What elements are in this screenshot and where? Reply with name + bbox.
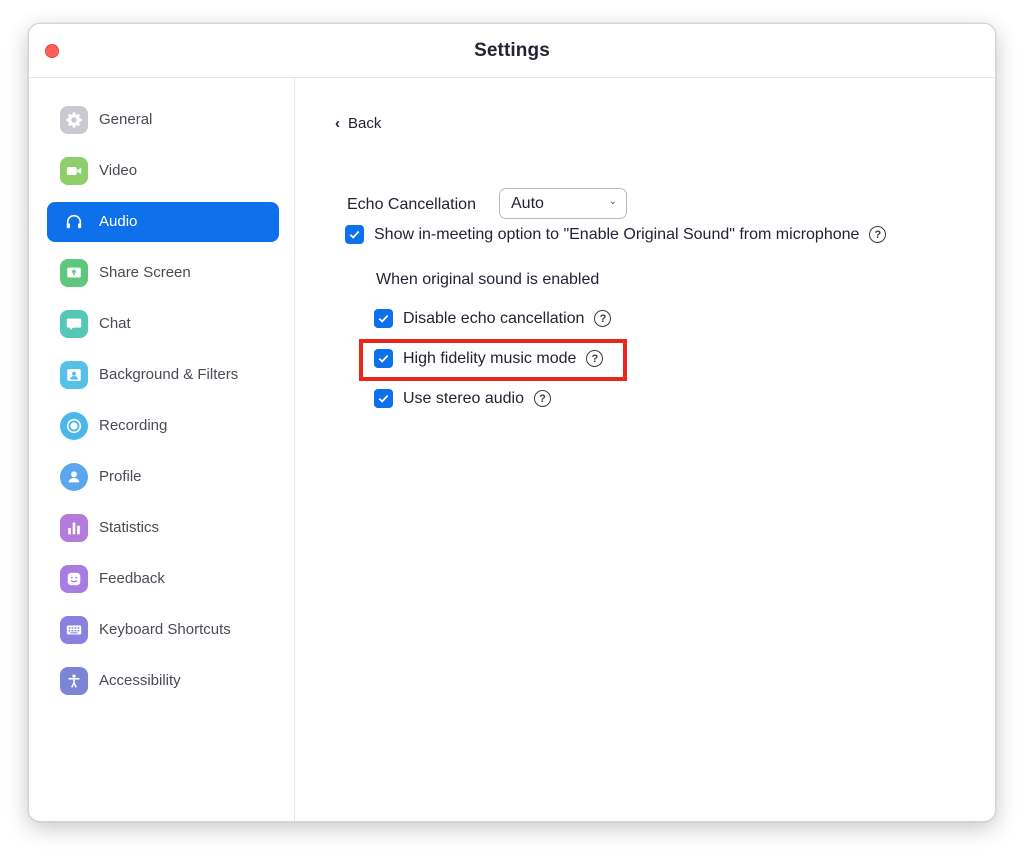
sidebar-item-label: Statistics: [99, 519, 160, 536]
sidebar-item-background-filters[interactable]: Background & Filters: [47, 355, 279, 395]
original-sound-option: Show in-meeting option to "Enable Origin…: [345, 225, 887, 244]
sidebar-item-video[interactable]: Video: [47, 151, 279, 191]
help-icon[interactable]: ?: [586, 350, 604, 367]
stereo-audio-label: Use stereo audio: [403, 389, 524, 407]
smiley-icon: [60, 565, 88, 593]
sidebar-item-label: Profile: [99, 468, 142, 485]
echo-cancellation-value: Auto: [511, 194, 544, 212]
echo-cancellation-dropdown[interactable]: Auto ⌄: [499, 188, 627, 219]
sidebar-item-label: Share Screen: [99, 264, 191, 281]
echo-cancellation-label: Echo Cancellation: [347, 196, 476, 213]
sidebar-item-label: Background & Filters: [99, 366, 239, 383]
sidebar-item-label: Keyboard Shortcuts: [99, 621, 231, 638]
sidebar-item-keyboard-shortcuts[interactable]: Keyboard Shortcuts: [47, 610, 279, 650]
chat-bubble-icon: [60, 310, 88, 338]
gear-icon: [60, 106, 88, 134]
window-title: Settings: [474, 39, 550, 61]
chevron-left-icon: ‹: [335, 115, 340, 132]
chevron-down-icon: ⌄: [608, 196, 617, 207]
checkmark-icon: [378, 354, 389, 363]
sidebar-item-label: Chat: [99, 315, 131, 332]
sidebar-item-feedback[interactable]: Feedback: [47, 559, 279, 599]
help-icon[interactable]: ?: [533, 390, 551, 407]
bar-chart-icon: [60, 514, 88, 542]
checkmark-icon: [378, 394, 389, 403]
disable-echo-label: Disable echo cancellation: [403, 309, 585, 327]
disable-echo-option: Disable echo cancellation ?: [374, 309, 612, 328]
original-sound-subheading: When original sound is enabled: [376, 271, 600, 288]
back-button[interactable]: ‹ Back: [335, 115, 381, 132]
sidebar-item-label: Video: [99, 162, 138, 179]
keyboard-icon: [60, 616, 88, 644]
help-icon[interactable]: ?: [594, 310, 612, 327]
background-icon: [60, 361, 88, 389]
sidebar-item-label: Feedback: [99, 570, 165, 587]
title-bar: Settings: [29, 24, 995, 78]
record-icon: [60, 412, 88, 440]
sidebar-item-general[interactable]: General: [47, 100, 279, 140]
sidebar-item-profile[interactable]: Profile: [47, 457, 279, 497]
audio-settings-panel: ‹ Back Echo Cancellation Auto ⌄ Show in-…: [295, 78, 995, 821]
stereo-audio-option: Use stereo audio ?: [374, 389, 551, 408]
checkmark-icon: [349, 230, 360, 239]
sidebar-item-chat[interactable]: Chat: [47, 304, 279, 344]
high-fidelity-label: High fidelity music mode: [403, 349, 577, 367]
original-sound-checkbox[interactable]: [345, 225, 364, 244]
settings-sidebar: General Video Audio Share Screen Chat Ba…: [29, 78, 295, 821]
sidebar-item-statistics[interactable]: Statistics: [47, 508, 279, 548]
back-label: Back: [348, 115, 382, 132]
stereo-audio-checkbox[interactable]: [374, 389, 393, 408]
help-icon[interactable]: ?: [869, 226, 887, 243]
share-screen-icon: [60, 259, 88, 287]
sidebar-item-label: Audio: [99, 213, 138, 230]
disable-echo-checkbox[interactable]: [374, 309, 393, 328]
sidebar-item-accessibility[interactable]: Accessibility: [47, 661, 279, 701]
sidebar-item-audio[interactable]: Audio: [47, 202, 279, 242]
headphones-icon: [60, 208, 88, 236]
profile-icon: [60, 463, 88, 491]
high-fidelity-option: High fidelity music mode ?: [374, 349, 604, 368]
sidebar-item-label: General: [99, 111, 153, 128]
accessibility-icon: [60, 667, 88, 695]
sidebar-item-share-screen[interactable]: Share Screen: [47, 253, 279, 293]
video-camera-icon: [60, 157, 88, 185]
sidebar-item-label: Recording: [99, 417, 168, 434]
close-window-button[interactable]: [45, 44, 59, 58]
sidebar-item-label: Accessibility: [99, 672, 181, 689]
high-fidelity-checkbox[interactable]: [374, 349, 393, 368]
checkmark-icon: [378, 314, 389, 323]
sidebar-item-recording[interactable]: Recording: [47, 406, 279, 446]
original-sound-label: Show in-meeting option to "Enable Origin…: [374, 225, 860, 243]
settings-window: Settings General Video Audio Share Scree…: [28, 23, 996, 822]
